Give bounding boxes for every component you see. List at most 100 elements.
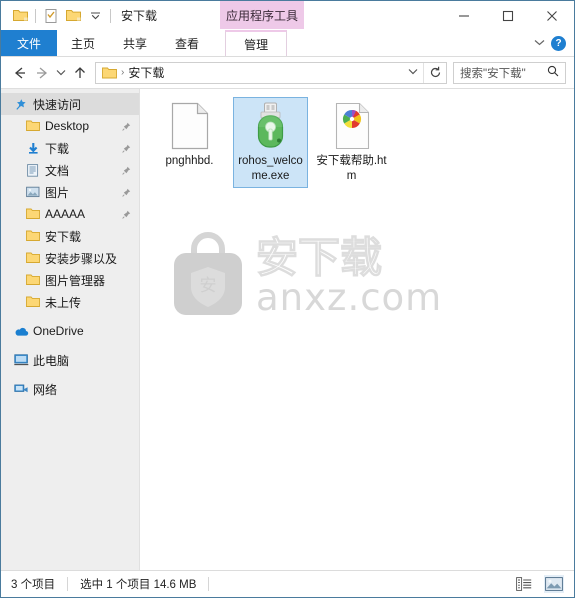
this-pc-icon [11,354,31,366]
status-bar: 3 个项目 选中 1 个项目 14.6 MB [1,570,574,597]
close-button[interactable] [530,1,574,30]
details-view-button[interactable] [514,575,534,593]
watermark-text: 安下载 anxz.com [256,235,446,319]
breadcrumb-separator: › [121,67,125,78]
sidebar-item-label: 此电脑 [33,353,70,368]
sidebar-item-label: 快速访问 [33,97,82,112]
chevron-down-icon-ribbon[interactable] [534,37,545,49]
app-folder-icon [9,6,31,26]
maximize-button[interactable] [486,1,530,30]
new-folder-icon[interactable] [62,6,84,26]
sidebar-item-install-steps[interactable]: 安装步骤以及 [1,247,139,269]
file-list-pane[interactable]: pnghhbd. rohos_welcome.exe 安下载帮助.htm 安 安… [140,89,574,570]
back-button[interactable] [9,61,31,85]
ribbon-tab-strip: 文件 主页 共享 查看 管理 ? [1,30,574,57]
sidebar-item-documents[interactable]: 文档 [1,159,139,181]
sidebar-item-desktop[interactable]: Desktop [1,115,139,137]
toolbar-separator-2 [110,8,111,23]
sidebar-item-this-pc[interactable]: 此电脑 [1,349,139,371]
pin-icon[interactable] [122,186,131,200]
pin-icon[interactable] [122,208,131,222]
window-title: 安下载 [121,9,158,23]
sidebar-item-label: OneDrive [33,324,84,338]
recent-locations-button[interactable] [53,61,69,85]
toolbar-separator [35,8,36,23]
watermark-bag-icon: 安 [174,232,242,315]
item-count-label: 3 个项目 [11,579,56,591]
minimize-button[interactable] [442,1,486,30]
ribbon-right-controls: ? [534,30,574,56]
star-pin-icon [11,98,31,111]
sidebar-item-aaaaa[interactable]: AAAAA [1,203,139,225]
breadcrumb-current-folder[interactable]: 安下载 [128,64,164,81]
forward-button[interactable] [31,61,53,85]
title-bar: 安下载 应用程序工具 [1,1,574,30]
file-name: pnghhbd. [165,155,214,167]
sidebar-item-onedrive[interactable]: OneDrive [1,320,139,342]
watermark: 安 安下载 anxz.com [164,229,446,321]
usb-key-icon [249,100,293,152]
sidebar-item-label: 下载 [45,141,70,156]
up-button[interactable] [69,61,91,85]
sidebar-item-picture-manager[interactable]: 图片管理器 [1,269,139,291]
tab-manage[interactable]: 管理 [225,30,288,56]
breadcrumb[interactable]: › 安下载 [96,64,164,81]
html-pinwheel-icon [332,100,372,152]
sidebar-item-not-uploaded[interactable]: 未上传 [1,291,139,313]
pin-icon[interactable] [122,142,131,156]
tab-home[interactable]: 主页 [57,30,109,56]
documents-icon [23,163,43,177]
sidebar-item-label: 图片管理器 [45,273,106,288]
svg-text:安: 安 [200,276,217,296]
tab-file[interactable]: 文件 [1,30,58,56]
address-right-controls [403,62,446,83]
refresh-icon[interactable] [423,62,446,83]
explorer-body: 快速访问 Desktop 下载 文档 图片 AAAAA 安下载 安装步骤以及 图… [1,88,574,570]
sidebar-item-quick-access[interactable]: 快速访问 [1,93,139,115]
properties-icon[interactable] [40,6,62,26]
file-item[interactable]: pnghhbd. [152,97,227,188]
sidebar-item-label: 安装步骤以及 [45,251,118,266]
watermark-site: anxz.com [256,276,443,319]
file-name: 安下载帮助.htm [316,155,387,182]
pin-icon[interactable] [122,120,131,134]
view-buttons [514,575,564,593]
sidebar-item-network[interactable]: 网络 [1,378,139,400]
watermark-brand-text: 安下载 [256,235,382,282]
contextual-tab-header: 应用程序工具 [220,1,304,29]
network-icon [11,383,31,395]
address-input[interactable]: › 安下载 [95,61,447,84]
tab-view[interactable]: 查看 [161,30,213,56]
sidebar-item-label: 安下载 [45,229,82,244]
sidebar-item-label: 文档 [45,163,70,178]
address-dropdown-icon[interactable] [403,67,423,78]
search-icon[interactable] [547,65,565,80]
navigation-pane: 快速访问 Desktop 下载 文档 图片 AAAAA 安下载 安装步骤以及 图… [1,89,140,570]
selection-info-label: 选中 1 个项目 14.6 MB [80,579,197,591]
folder-icon [23,252,43,264]
window-controls [442,1,574,30]
address-bar: › 安下载 搜索"安下载" [1,57,574,88]
quick-access-toolbar: 安下载 [1,6,157,26]
sidebar-item-anxiazai[interactable]: 安下载 [1,225,139,247]
search-box[interactable]: 搜索"安下载" [453,61,566,84]
pin-icon[interactable] [122,164,131,178]
sidebar-item-pictures[interactable]: 图片 [1,181,139,203]
file-explorer-window: 安下载 应用程序工具 文件 主页 共享 查看 管理 ? › 安下载 搜索"安下载… [0,0,575,598]
sidebar-item-label: 图片 [45,185,70,200]
sidebar-item-downloads[interactable]: 下载 [1,137,139,159]
file-item[interactable]: rohos_welcome.exe [233,97,308,188]
sidebar-item-label: 网络 [33,382,58,397]
watermark-brand: 安下载 [256,235,383,283]
file-name: rohos_welcome.exe [238,155,303,182]
tab-share[interactable]: 共享 [109,30,161,56]
search-input[interactable]: 搜索"安下载" [454,65,526,81]
folder-icon [23,274,43,286]
large-icons-view-button[interactable] [544,575,564,593]
onedrive-icon [11,326,31,337]
chevron-down-icon[interactable] [84,6,106,26]
help-button[interactable]: ? [551,35,566,51]
file-grid: pnghhbd. rohos_welcome.exe 安下载帮助.htm [140,89,574,188]
file-item[interactable]: 安下载帮助.htm [314,97,389,188]
folder-icon [23,230,43,242]
